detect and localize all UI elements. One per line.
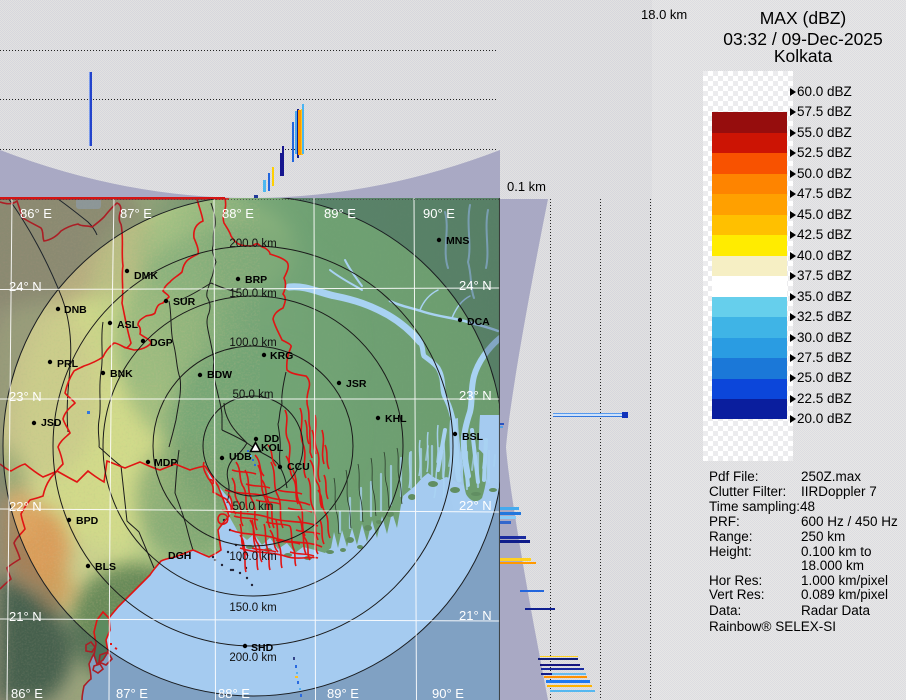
svg-text:24° N: 24° N — [9, 279, 42, 294]
svg-text:89° E: 89° E — [324, 206, 356, 221]
svg-text:CCU: CCU — [287, 461, 310, 473]
svg-text:JSR: JSR — [346, 378, 367, 390]
svg-text:BPD: BPD — [76, 515, 99, 527]
svg-text:200.0 km: 200.0 km — [229, 238, 276, 250]
svg-text:150.0 km: 150.0 km — [229, 288, 276, 300]
svg-text:90° E: 90° E — [432, 686, 464, 700]
svg-text:23° N: 23° N — [9, 389, 42, 404]
svg-text:22° N: 22° N — [459, 498, 492, 513]
svg-text:86° E: 86° E — [11, 686, 43, 700]
svg-text:UDB: UDB — [229, 451, 252, 463]
svg-text:DCA: DCA — [467, 316, 490, 328]
svg-text:100.0 km: 100.0 km — [229, 337, 276, 349]
svg-text:87° E: 87° E — [116, 686, 148, 700]
svg-text:89° E: 89° E — [327, 686, 359, 700]
svg-text:150.0 km: 150.0 km — [229, 602, 276, 614]
svg-text:90° E: 90° E — [423, 206, 455, 221]
svg-text:JSD: JSD — [41, 417, 62, 429]
svg-text:86° E: 86° E — [20, 206, 52, 221]
svg-text:DMK: DMK — [134, 270, 158, 282]
svg-text:BNK: BNK — [110, 368, 133, 380]
svg-text:50.0 km: 50.0 km — [233, 501, 274, 513]
svg-text:ASL: ASL — [117, 319, 139, 331]
svg-text:BRP: BRP — [245, 274, 267, 286]
svg-text:KRG: KRG — [270, 350, 293, 362]
svg-text:BSL: BSL — [462, 431, 484, 443]
svg-text:88° E: 88° E — [222, 206, 254, 221]
svg-text:MNS: MNS — [446, 235, 469, 247]
svg-text:88° E: 88° E — [218, 686, 250, 700]
svg-text:KHL: KHL — [385, 413, 407, 425]
svg-text:23° N: 23° N — [459, 388, 492, 403]
svg-text:DGH: DGH — [168, 550, 191, 562]
svg-text:22° N: 22° N — [9, 499, 42, 514]
svg-text:BDW: BDW — [207, 369, 232, 381]
svg-text:MDP: MDP — [154, 457, 177, 469]
svg-text:SUR: SUR — [173, 296, 196, 308]
svg-text:100.0 km: 100.0 km — [229, 551, 276, 563]
svg-text:DNB: DNB — [64, 304, 87, 316]
svg-text:DGP: DGP — [150, 337, 173, 349]
svg-text:SHD: SHD — [251, 642, 274, 654]
svg-text:21° N: 21° N — [459, 608, 492, 623]
svg-text:24° N: 24° N — [459, 278, 492, 293]
svg-text:21° N: 21° N — [9, 609, 42, 624]
svg-text:87° E: 87° E — [120, 206, 152, 221]
svg-text:PRL: PRL — [57, 358, 79, 370]
svg-text:50.0 km: 50.0 km — [233, 389, 274, 401]
svg-text:KOL: KOL — [261, 442, 284, 454]
svg-text:BLS: BLS — [95, 561, 116, 573]
